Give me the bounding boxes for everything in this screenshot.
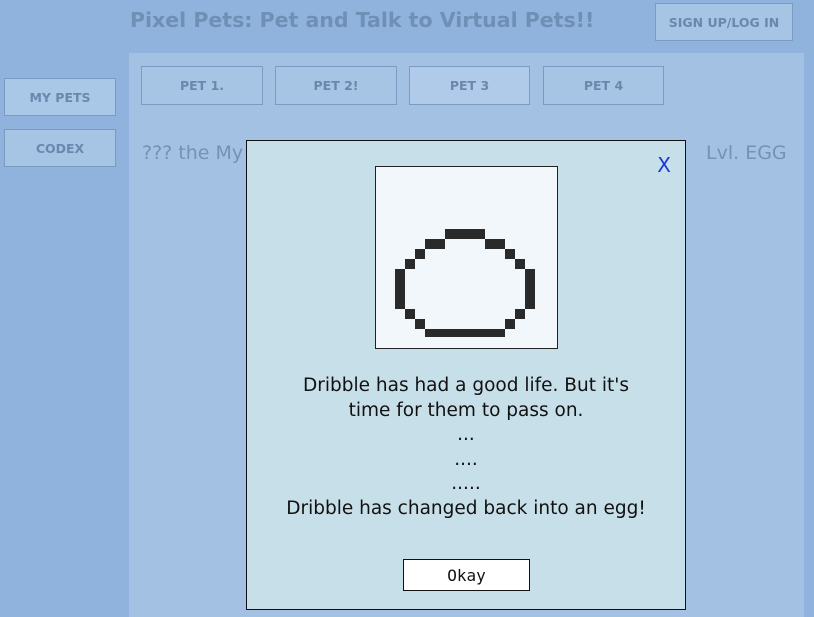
message-line: time for them to pass on. [348, 399, 584, 421]
message-line: ... [457, 424, 475, 446]
tab-pet-4[interactable]: PET 4 [543, 66, 664, 105]
okay-button[interactable]: Okay [403, 559, 530, 591]
dialog-message: Dribble has had a good life. But it's ti… [247, 374, 685, 522]
message-line: Dribble has changed back into an egg! [286, 497, 646, 519]
pet-death-dialog: X Dribble has had a good life. But it's … [246, 140, 686, 610]
tab-pet-1[interactable]: PET 1. [141, 66, 263, 105]
signup-login-button[interactable]: SIGN UP/LOG IN [655, 3, 793, 41]
tab-pet-3[interactable]: PET 3 [409, 66, 530, 105]
message-line: Dribble has had a good life. But it's [303, 375, 629, 396]
message-line: ..... [451, 473, 481, 495]
sidebar-item-my-pets[interactable]: MY PETS [4, 78, 116, 116]
pet-level: Lvl. EGG [706, 142, 787, 164]
pet-image [375, 166, 558, 349]
close-button[interactable]: X [657, 155, 671, 175]
app-title: Pixel Pets: Pet and Talk to Virtual Pets… [130, 8, 595, 32]
pet-name: ??? the My [142, 142, 244, 164]
egg-icon [395, 229, 535, 337]
tab-pet-2[interactable]: PET 2! [275, 66, 397, 105]
sidebar-item-codex[interactable]: CODEX [4, 129, 116, 167]
message-line: .... [454, 448, 478, 470]
